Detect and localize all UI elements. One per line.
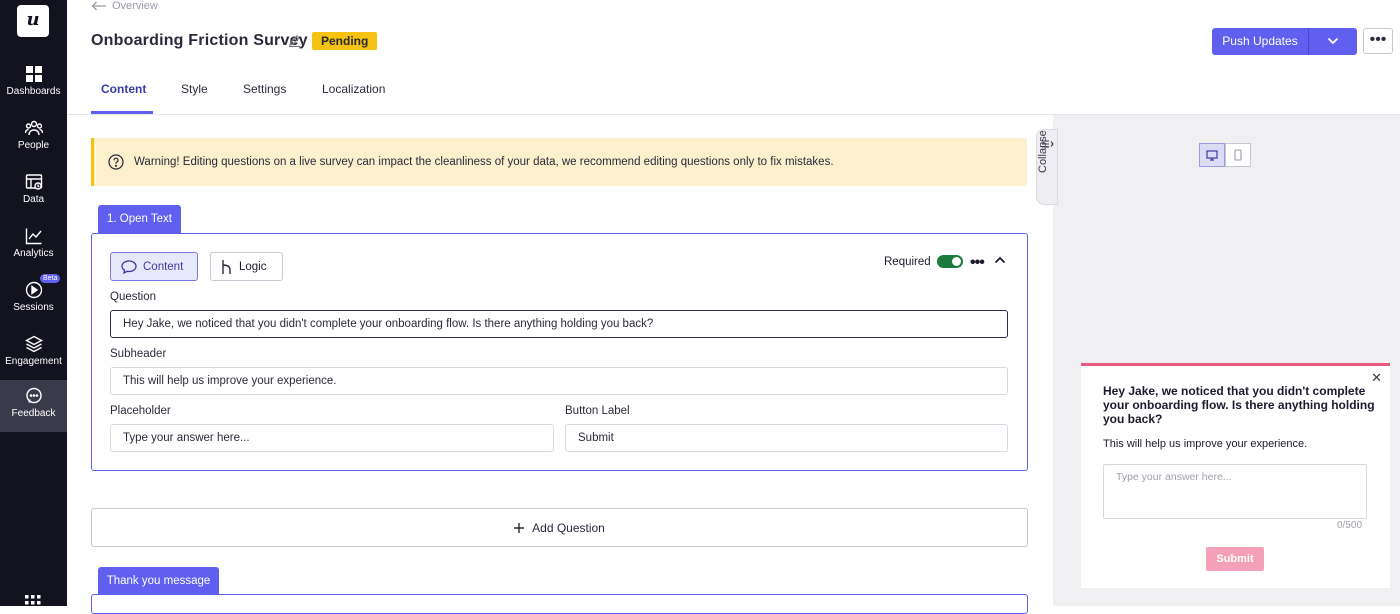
engagement-icon xyxy=(24,335,43,353)
app-logo[interactable]: u xyxy=(17,5,49,37)
feedback-icon xyxy=(25,387,42,404)
warning-banner: Warning! Editing questions on a live sur… xyxy=(91,138,1027,186)
add-question-button[interactable]: Add Question xyxy=(91,508,1028,547)
button-label-field-label: Button Label xyxy=(565,405,630,417)
question-more-icon[interactable]: ••• xyxy=(970,254,985,272)
chevron-down-icon xyxy=(1327,37,1339,45)
placeholder-input[interactable]: Type your answer here... xyxy=(110,424,554,452)
question-field-label: Question xyxy=(110,291,157,303)
sidebar-item-engagement[interactable]: Engagement xyxy=(0,328,67,382)
tab-content[interactable]: Content xyxy=(101,82,146,96)
tab-localization[interactable]: Localization xyxy=(322,82,385,96)
question-card: Content Logic Required ••• Question Hey … xyxy=(91,233,1028,471)
device-toggle xyxy=(1199,143,1251,167)
placeholder-field-label: Placeholder xyxy=(110,405,171,417)
sidebar-item-label: Dashboards xyxy=(6,86,61,97)
dashboard-icon xyxy=(25,66,42,82)
sidebar-item-data[interactable]: Data xyxy=(0,166,67,220)
sidebar-item-label: Analytics xyxy=(13,248,54,259)
analytics-icon xyxy=(25,228,42,245)
status-badge: Pending xyxy=(312,32,378,50)
breadcrumb[interactable]: Overview xyxy=(91,0,158,12)
sidebar-item-label: Sessions xyxy=(13,302,54,313)
preview-submit-button[interactable]: Submit xyxy=(1206,547,1264,571)
button-label-input[interactable]: Submit xyxy=(565,424,1008,452)
tab-style[interactable]: Style xyxy=(181,82,208,96)
chevron-up-icon[interactable] xyxy=(994,256,1006,264)
preview-answer-input[interactable]: Type your answer here... xyxy=(1103,464,1367,519)
sidebar-item-dashboards[interactable]: Dashboards xyxy=(0,58,67,112)
plus-icon xyxy=(514,522,525,533)
more-icon: ••• xyxy=(1369,31,1387,48)
preview-char-counter: 0/500 xyxy=(1337,520,1363,531)
add-question-label: Add Question xyxy=(532,520,605,535)
logic-branch-icon xyxy=(222,259,231,274)
data-icon xyxy=(25,174,42,190)
apps-grid-icon[interactable] xyxy=(25,595,41,606)
page-title: Onboarding Friction Survey xyxy=(91,32,308,49)
beta-badge: Beta xyxy=(40,274,61,283)
sidebar-item-analytics[interactable]: Analytics xyxy=(0,220,67,274)
back-arrow-icon[interactable] xyxy=(91,1,107,11)
sidebar-item-label: Data xyxy=(22,194,45,205)
mobile-icon xyxy=(1234,149,1242,161)
required-toggle-group[interactable]: Required xyxy=(884,255,963,268)
preview-question: Hey Jake, we noticed that you didn't com… xyxy=(1103,384,1375,426)
sidebar-item-feedback[interactable]: Feedback xyxy=(0,380,67,432)
content-segment-label: Content xyxy=(143,260,184,273)
sidebar: u Dashboards People Data Analytics Beta … xyxy=(0,0,67,606)
preview-panel: Collapse ✕ Hey Jake, we noticed that you… xyxy=(1036,115,1400,606)
sidebar-item-label: People xyxy=(17,140,50,151)
editor-panel: Warning! Editing questions on a live sur… xyxy=(67,116,1054,614)
survey-preview-widget: ✕ Hey Jake, we noticed that you didn't c… xyxy=(1081,363,1390,588)
required-label: Required xyxy=(884,255,931,268)
edit-title-icon[interactable] xyxy=(288,34,301,47)
thank-you-tab[interactable]: Thank you message xyxy=(98,567,219,595)
sidebar-item-label: Engagement xyxy=(5,356,62,367)
preview-subheader: This will help us improve your experienc… xyxy=(1103,438,1308,450)
more-options-button[interactable]: ••• xyxy=(1363,28,1393,54)
page-header: Overview Onboarding Friction Survey Pend… xyxy=(67,0,1400,115)
logic-segment-button[interactable]: Logic xyxy=(210,252,283,281)
sidebar-item-sessions[interactable]: Beta Sessions xyxy=(0,274,67,328)
collapse-label[interactable]: Collapse xyxy=(1037,130,1049,173)
breadcrumb-label[interactable]: Overview xyxy=(112,0,158,12)
desktop-icon xyxy=(1206,149,1218,161)
warning-text: Warning! Editing questions on a live sur… xyxy=(134,156,834,168)
sidebar-item-label: Feedback xyxy=(11,408,56,419)
chat-bubble-icon xyxy=(121,259,137,274)
mobile-view-button[interactable] xyxy=(1225,143,1251,167)
logic-segment-label: Logic xyxy=(239,260,267,273)
desktop-view-button[interactable] xyxy=(1199,143,1225,167)
subheader-input[interactable]: This will help us improve your experienc… xyxy=(110,367,1008,395)
help-circle-icon xyxy=(108,154,124,170)
content-segment-button[interactable]: Content xyxy=(110,252,198,281)
sessions-icon xyxy=(25,281,42,299)
push-options-button[interactable] xyxy=(1308,28,1357,55)
people-icon xyxy=(24,120,43,136)
required-toggle[interactable] xyxy=(936,255,963,268)
tab-settings[interactable]: Settings xyxy=(243,82,286,96)
question-input[interactable]: Hey Jake, we noticed that you didn't com… xyxy=(110,310,1008,338)
subheader-field-label: Subheader xyxy=(110,348,167,360)
sidebar-item-people[interactable]: People xyxy=(0,112,67,166)
active-tab-indicator xyxy=(91,111,153,114)
thank-you-card xyxy=(91,594,1028,614)
question-tab[interactable]: 1. Open Text xyxy=(98,205,181,234)
push-updates-button[interactable]: Push Updates xyxy=(1212,28,1308,55)
